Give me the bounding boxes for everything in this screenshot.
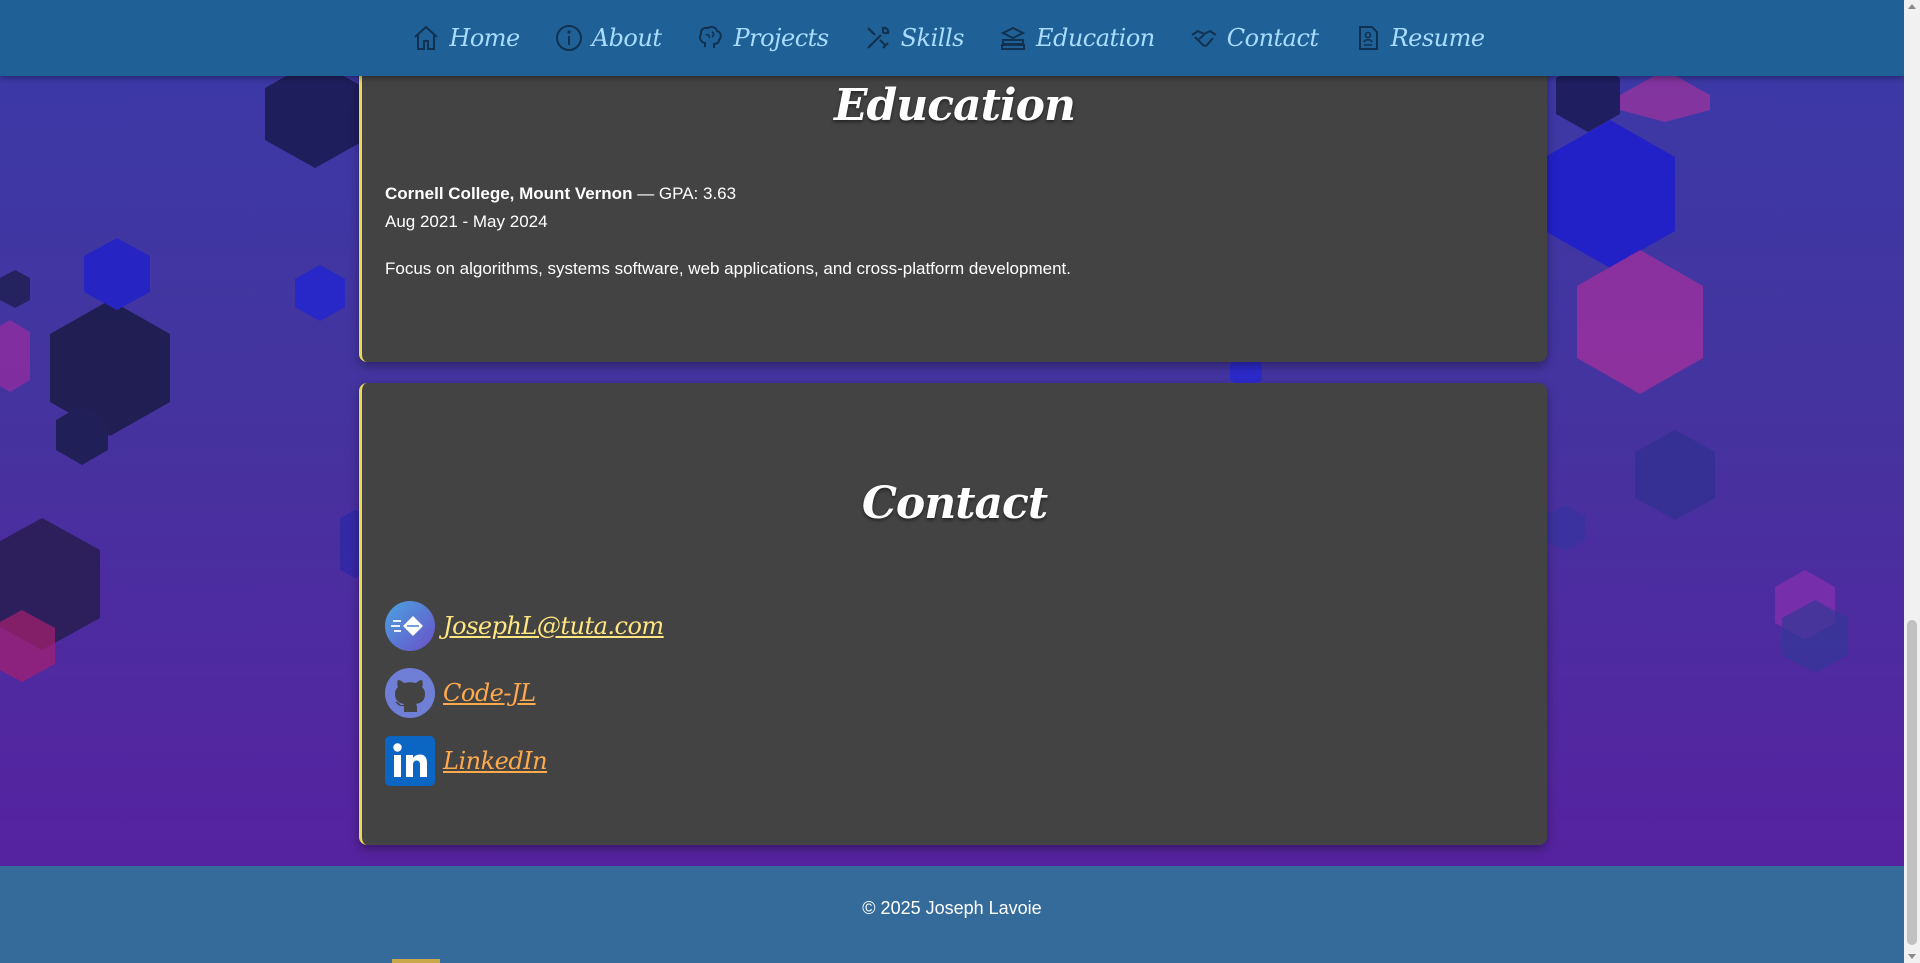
nav-item-home[interactable]: Home (394, 0, 536, 76)
nav-item-education[interactable]: Education (981, 0, 1172, 76)
email-link[interactable]: JosephL@tuta.com (443, 612, 664, 640)
contact-linkedin-row: LinkedIn (385, 736, 548, 786)
brain-icon (699, 26, 723, 48)
contact-github-row: Code-JL (385, 668, 536, 718)
scroll-up-arrow-icon[interactable] (1908, 4, 1916, 9)
github-icon (385, 668, 435, 718)
copyright-text: © 2025 Joseph Lavoie (862, 898, 1042, 918)
nav-item-about[interactable]: About (537, 0, 679, 76)
github-link[interactable]: Code-JL (443, 679, 536, 707)
nav-label-education: Education (1035, 24, 1155, 52)
education-school-line: Cornell College, Mount Vernon — GPA: 3.6… (385, 184, 736, 204)
contact-email-row: JosephL@tuta.com (385, 601, 664, 651)
nav-label-resume: Resume (1390, 24, 1486, 52)
contact-heading: Contact (861, 478, 1048, 529)
scroll-down-arrow-icon[interactable] (1908, 954, 1916, 959)
page-footer: © 2025 Joseph Lavoie (0, 866, 1904, 963)
nav-items: Home About Projects Skills Education Con… (394, 0, 1501, 76)
nav-label-about: About (591, 24, 662, 52)
email-icon (385, 601, 435, 651)
handshake-icon (1191, 29, 1217, 47)
nav-item-skills[interactable]: Skills (846, 0, 981, 76)
education-dates: Aug 2021 - May 2024 (385, 212, 548, 231)
education-description: Focus on algorithms, systems software, w… (385, 259, 1071, 278)
nav-label-skills: Skills (900, 24, 965, 52)
nav-item-projects[interactable]: Projects (678, 0, 845, 76)
books-icon (1000, 26, 1026, 50)
page-scrollbar[interactable] (1904, 0, 1920, 963)
nav-label-projects: Projects (733, 24, 829, 52)
footer-accent-tab (392, 959, 440, 963)
gpa-text: — GPA: 3.63 (632, 184, 737, 203)
education-heading: Education (834, 80, 1076, 131)
document-icon (1358, 26, 1378, 50)
linkedin-link[interactable]: LinkedIn (443, 747, 548, 775)
scroll-thumb[interactable] (1907, 620, 1917, 945)
tools-icon (866, 26, 889, 49)
nav-label-home: Home (449, 24, 520, 52)
contact-section: Contact JosephL@tuta.com Code-JL LinkedI… (359, 383, 1547, 845)
top-navbar: Home About Projects Skills Education Con… (0, 0, 1904, 76)
nav-item-resume[interactable]: Resume (1336, 0, 1502, 76)
nav-label-contact: Contact (1226, 24, 1319, 52)
home-icon (414, 25, 439, 50)
nav-item-contact[interactable]: Contact (1172, 0, 1336, 76)
linkedin-icon (385, 736, 435, 786)
school-name: Cornell College, Mount Vernon (385, 184, 633, 203)
info-icon (555, 25, 582, 51)
